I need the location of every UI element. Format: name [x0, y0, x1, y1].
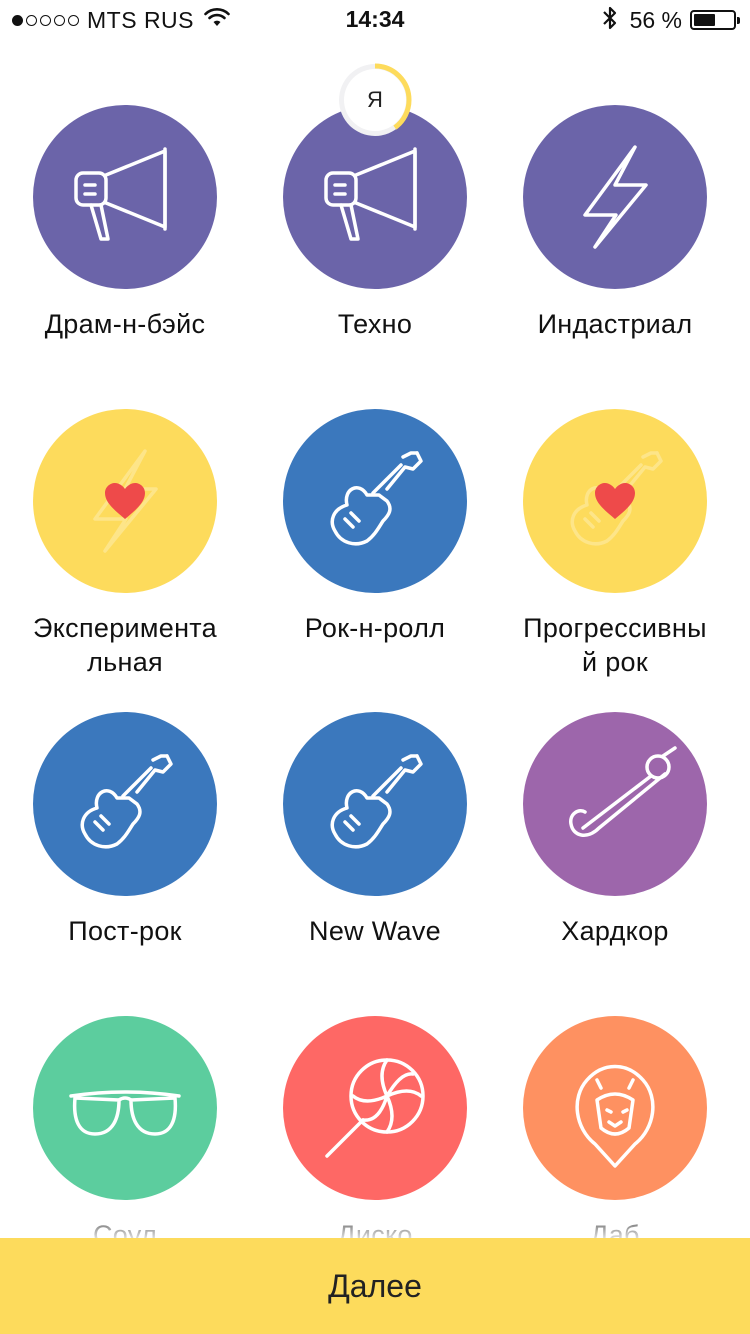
genre-circle[interactable]	[523, 105, 707, 289]
genre-circle[interactable]	[523, 409, 707, 593]
genre-circle[interactable]	[283, 409, 467, 593]
genre-item[interactable]: Техно	[250, 105, 500, 365]
genre-circle[interactable]	[33, 712, 217, 896]
genre-item[interactable]: Индастриал	[490, 105, 740, 365]
genre-item[interactable]: Рок-н-ролл	[250, 409, 500, 669]
genre-label: Пост-рок	[68, 916, 182, 946]
genre-label: Драм-н-бэйс	[44, 309, 206, 339]
genre-item[interactable]: New Wave	[250, 712, 500, 972]
genre-label: Рок-н-ролл	[304, 613, 446, 643]
genre-grid: Драм-н-бэйс Техно Индастриал Эксперимента …	[0, 0, 750, 1240]
genre-item[interactable]: Эксперимента льная	[0, 409, 250, 677]
scroll-fade	[0, 1205, 750, 1240]
genre-item[interactable]: Прогрессивны й рок	[490, 409, 740, 677]
heart-icon	[593, 481, 637, 521]
genre-circle[interactable]	[33, 105, 217, 289]
genre-item[interactable]: Драм-н-бэйс	[0, 105, 250, 365]
genre-circle[interactable]	[523, 712, 707, 896]
genre-label: Индастриал	[537, 309, 693, 339]
heart-icon	[103, 481, 147, 521]
genre-label: New Wave	[309, 916, 441, 946]
genre-label: Прогрессивны й рок	[523, 613, 707, 677]
profile-progress[interactable]: Я	[337, 62, 413, 138]
genre-label: Хардкор	[561, 916, 669, 946]
next-button[interactable]: Далее	[0, 1238, 750, 1334]
profile-letter: Я	[367, 87, 383, 112]
genre-label: Эксперимента льная	[33, 613, 217, 677]
genre-circle[interactable]	[283, 712, 467, 896]
genre-circle[interactable]	[523, 1016, 707, 1200]
genre-item[interactable]: Хардкор	[490, 712, 740, 972]
genre-item[interactable]: Пост-рок	[0, 712, 250, 972]
genre-circle[interactable]	[283, 1016, 467, 1200]
genre-label: Техно	[337, 309, 413, 339]
genre-circle[interactable]	[33, 409, 217, 593]
genre-circle[interactable]	[33, 1016, 217, 1200]
